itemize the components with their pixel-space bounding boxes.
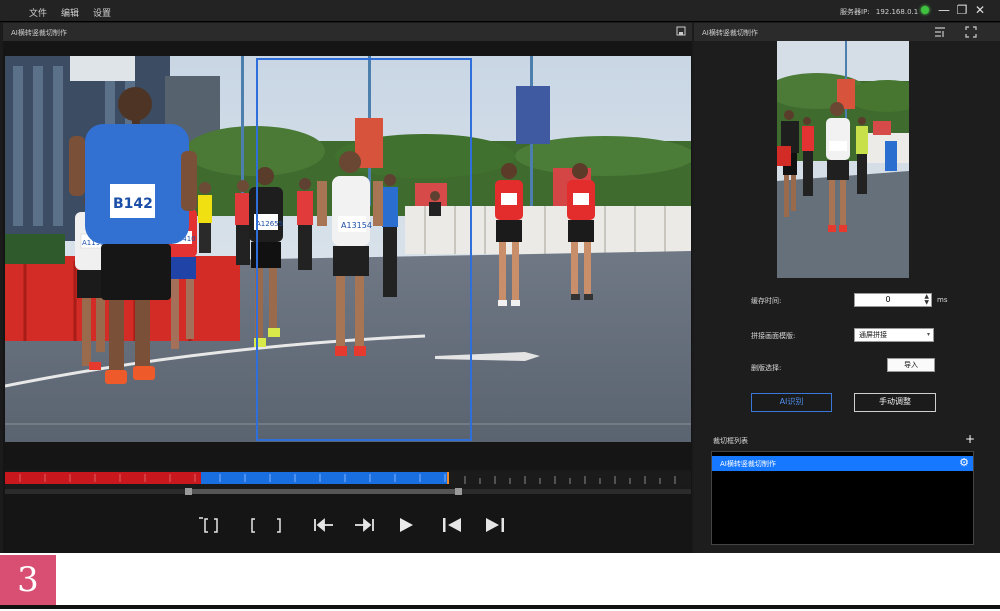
template-label: 拼接画面模版: — [751, 332, 796, 340]
editor-panel: AI横转竖裁切制作 A13154 A12655 A1410 A1193 B142 — [3, 23, 692, 553]
template-select[interactable]: 通屏拼接 ▾ — [854, 328, 934, 342]
server-info: 服务器IP: 192.168.0.1 — [840, 7, 918, 17]
timeline[interactable] — [5, 470, 691, 495]
divider — [0, 605, 1000, 609]
bib-number-front: B142 — [113, 196, 153, 212]
app-window: 文件 编辑 设置 服务器IP: 192.168.0.1 — ❐ ✕ AI横转竖裁… — [0, 0, 1000, 553]
menu-edit[interactable]: 编辑 — [61, 6, 79, 19]
figure-number-badge: 3 — [0, 555, 56, 605]
list-item[interactable]: AI横转竖裁切制作 ⚙ — [712, 456, 973, 471]
restore-icon[interactable]: ❐ — [955, 3, 969, 17]
timeline-track[interactable] — [5, 472, 691, 484]
settings-panel-title: AI横转竖裁切制作 — [702, 29, 758, 37]
preview-image — [777, 41, 909, 278]
gear-icon[interactable]: ⚙ — [959, 457, 969, 469]
minimize-icon[interactable]: — — [937, 3, 951, 17]
fullscreen-icon[interactable] — [965, 26, 977, 38]
skip-to-start-icon[interactable] — [440, 515, 464, 535]
save-icon[interactable] — [675, 26, 687, 38]
template-choose-label: 删版选择: — [751, 364, 782, 372]
clip-range-icon[interactable] — [248, 515, 284, 535]
editor-panel-header: AI横转竖裁切制作 — [3, 23, 692, 41]
list-item-label: AI横转竖裁切制作 — [720, 460, 776, 468]
crop-list: AI横转竖裁切制作 ⚙ — [711, 451, 974, 545]
settings-panel: AI横转竖裁切制作 缓存时间: 0 ▲ ▼ ms 拼接画面模版: 通屏拼接 ▾ … — [694, 23, 1000, 553]
cache-time-unit: ms — [937, 296, 948, 304]
cache-time-stepper[interactable]: 0 ▲ ▼ — [854, 293, 932, 307]
menu-settings[interactable]: 设置 — [93, 6, 111, 19]
chevron-down-icon: ▾ — [926, 331, 930, 338]
play-icon[interactable] — [396, 515, 416, 535]
add-icon[interactable]: + — [965, 433, 975, 445]
manual-adjust-button[interactable]: 手动调整 — [854, 393, 936, 412]
server-label: 服务器IP: — [840, 8, 870, 16]
template-select-value: 通屏拼接 — [859, 331, 887, 339]
range-start-handle[interactable] — [185, 488, 192, 495]
import-button[interactable]: 导入 — [887, 358, 935, 372]
stepper-arrows-icon[interactable]: ▲ ▼ — [924, 294, 929, 306]
range-selection[interactable] — [188, 489, 461, 494]
playback-controls — [3, 505, 692, 547]
jump-to-in-icon[interactable] — [312, 515, 336, 535]
video-frame[interactable]: A13154 A12655 A1410 A1193 B142 — [5, 56, 691, 442]
menu-file[interactable]: 文件 — [29, 6, 47, 19]
jump-to-out-icon[interactable] — [352, 515, 376, 535]
mark-in-out-icon[interactable] — [196, 515, 226, 535]
skip-to-end-icon[interactable] — [483, 515, 507, 535]
crop-list-title: 裁切框列表 — [713, 437, 748, 445]
crop-selection-box[interactable] — [256, 58, 472, 441]
cache-time-label: 缓存时间: — [751, 297, 782, 305]
server-ip: 192.168.0.1 — [875, 8, 919, 16]
settings-panel-header: AI横转竖裁切制作 — [694, 23, 1000, 41]
editor-panel-title: AI横转竖裁切制作 — [11, 29, 67, 37]
connection-status-icon — [921, 6, 929, 14]
ai-recognize-button[interactable]: AI识别 — [751, 393, 832, 412]
layout-icon[interactable] — [934, 26, 946, 38]
range-end-handle[interactable] — [455, 488, 462, 495]
close-icon[interactable]: ✕ — [973, 3, 987, 17]
cache-time-value: 0 — [885, 295, 891, 304]
vertical-preview — [777, 41, 909, 278]
range-selector[interactable] — [5, 488, 691, 495]
menu-bar: 文件 编辑 设置 服务器IP: 192.168.0.1 — ❐ ✕ — [0, 0, 1000, 22]
